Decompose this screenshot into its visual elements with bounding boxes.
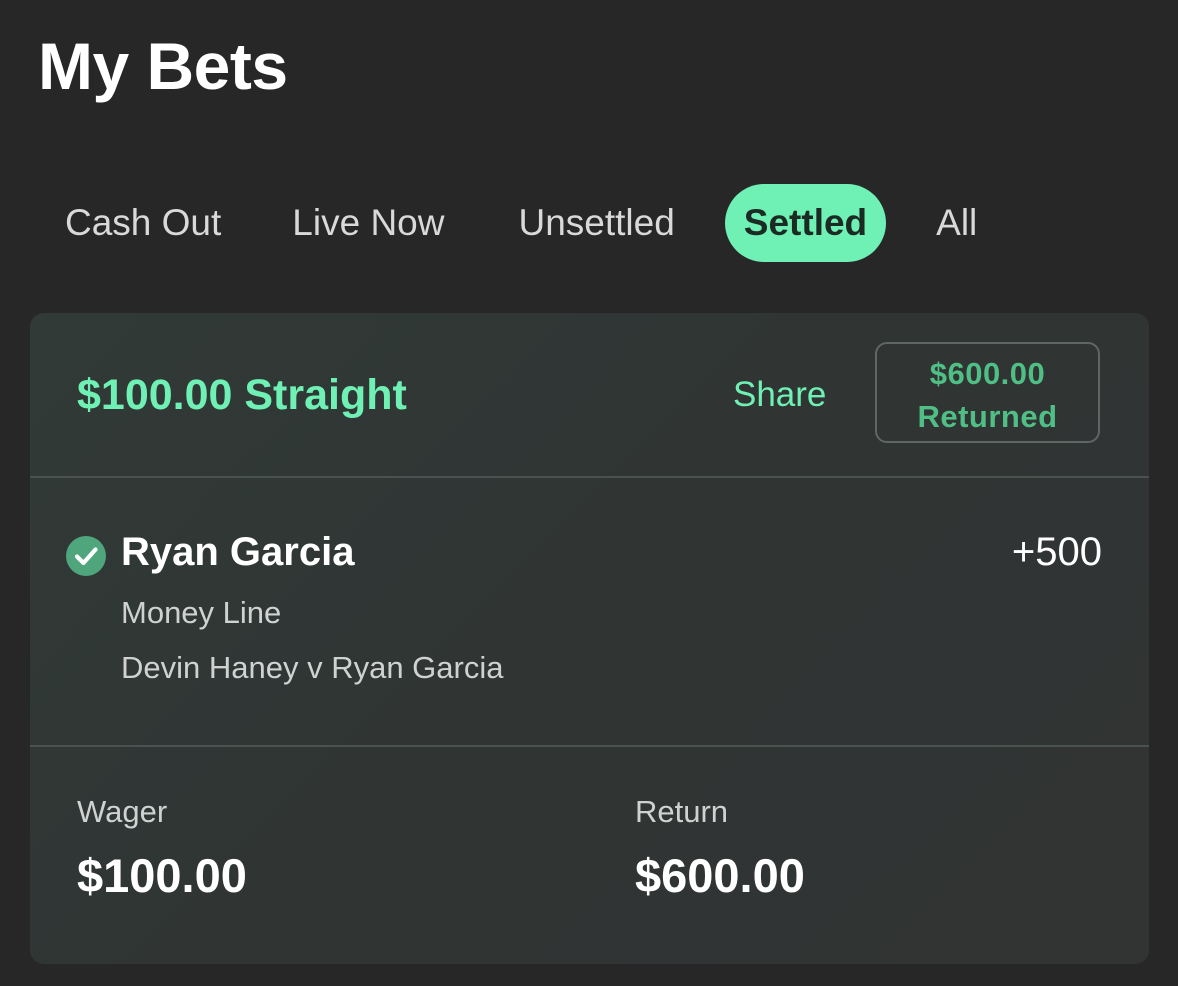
wager-value: $100.00 [77, 849, 247, 902]
bet-card[interactable]: $100.00 Straight Share $600.00 Returned … [30, 313, 1149, 964]
selection-market: Money Line [121, 595, 282, 630]
check-circle-icon [66, 536, 106, 576]
wager-label: Wager [77, 794, 168, 829]
bet-card-header: $100.00 Straight Share $600.00 Returned [30, 313, 1149, 478]
tab-cash-out[interactable]: Cash Out [36, 184, 250, 262]
selection-odds: +500 [1011, 530, 1102, 574]
return-label: Return [635, 794, 729, 829]
tab-all[interactable]: All [906, 184, 1007, 262]
bet-selection: Ryan Garcia +500 Money Line Devin Haney … [30, 478, 1149, 747]
bet-summary: Wager $100.00 Return $600.00 [30, 747, 1149, 964]
tab-settled[interactable]: Settled [724, 184, 887, 262]
selection-event: Devin Haney v Ryan Garcia [121, 650, 504, 685]
share-button[interactable]: Share [733, 373, 826, 417]
returned-amount: $600.00 [929, 356, 1046, 391]
bet-title: $100.00 Straight [77, 371, 407, 419]
selection-name: Ryan Garcia [121, 530, 355, 574]
bet-filter-tabs: Cash Out Live Now Unsettled Settled All [36, 184, 1007, 262]
return-value: $600.00 [635, 849, 805, 902]
returned-label: Returned [917, 399, 1058, 434]
returned-badge: $600.00 Returned [875, 342, 1100, 443]
tab-live-now[interactable]: Live Now [263, 184, 473, 262]
page-title: My Bets [38, 29, 288, 103]
tab-unsettled[interactable]: Unsettled [489, 184, 703, 262]
